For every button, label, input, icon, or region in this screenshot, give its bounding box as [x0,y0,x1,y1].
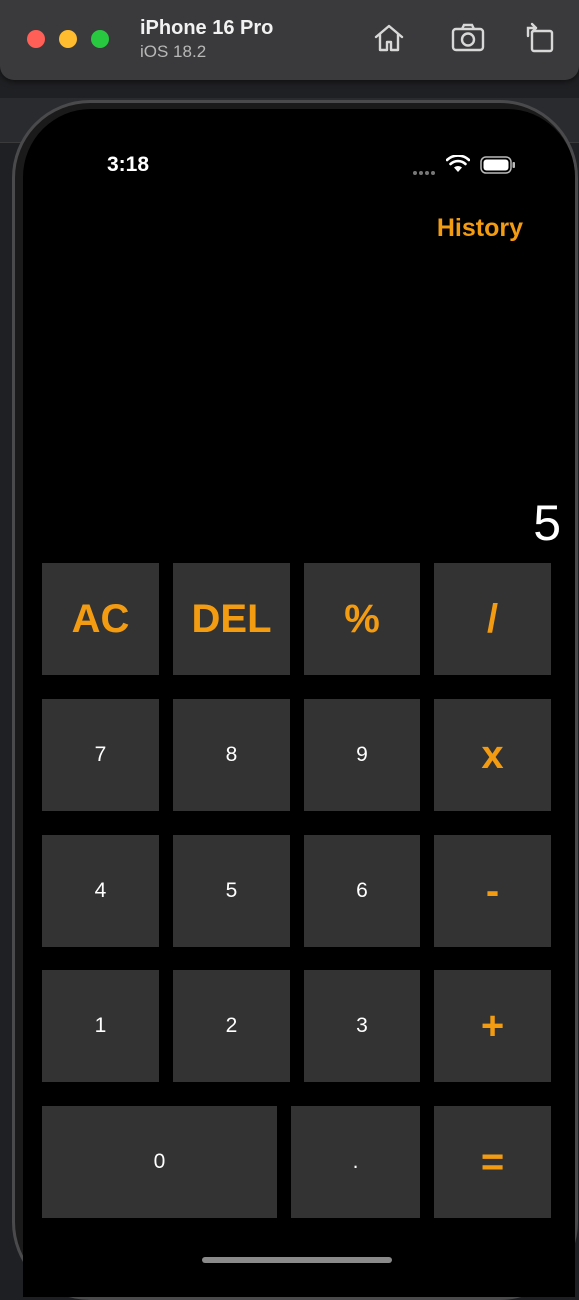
multiply-button[interactable]: x [434,699,551,811]
digit-9-button[interactable]: 9 [304,699,420,811]
digit-0-button[interactable]: 0 [42,1106,277,1218]
divide-button[interactable]: / [434,563,551,675]
home-icon [371,24,407,60]
device-name: iPhone 16 Pro [140,17,274,39]
plus-button[interactable]: + [434,970,551,1082]
cellular-icon [412,163,438,181]
rotate-icon [522,22,558,60]
close-window-button[interactable] [27,30,45,48]
ac-button[interactable]: AC [42,563,159,675]
minimize-window-button[interactable] [59,30,77,48]
digit-5-button[interactable]: 5 [173,835,290,947]
history-button[interactable]: History [437,214,523,243]
calculator-display: 5 [533,495,561,551]
camera-icon [450,23,486,60]
minus-button[interactable]: - [434,835,551,947]
wifi-icon [445,154,471,178]
digit-8-button[interactable]: 8 [173,699,290,811]
home-button[interactable] [371,20,407,56]
simulator-title-bar: iPhone 16 Pro iOS 18.2 [0,0,579,80]
digit-4-button[interactable]: 4 [42,835,159,947]
rotate-button[interactable] [522,20,558,56]
digit-2-button[interactable]: 2 [173,970,290,1082]
status-time: 3:18 [107,153,150,176]
digit-7-button[interactable]: 7 [42,699,159,811]
zoom-window-button[interactable] [91,30,109,48]
digit-6-button[interactable]: 6 [304,835,420,947]
screenshot-button[interactable] [450,20,486,56]
percent-button[interactable]: % [304,563,420,675]
equals-button[interactable]: = [434,1106,551,1218]
decimal-button[interactable]: . [291,1106,420,1218]
digit-1-button[interactable]: 1 [42,970,159,1082]
delete-button[interactable]: DEL [173,563,290,675]
os-version: iOS 18.2 [140,42,207,61]
home-indicator[interactable] [202,1257,392,1263]
digit-3-button[interactable]: 3 [304,970,420,1082]
battery-icon [480,156,516,179]
